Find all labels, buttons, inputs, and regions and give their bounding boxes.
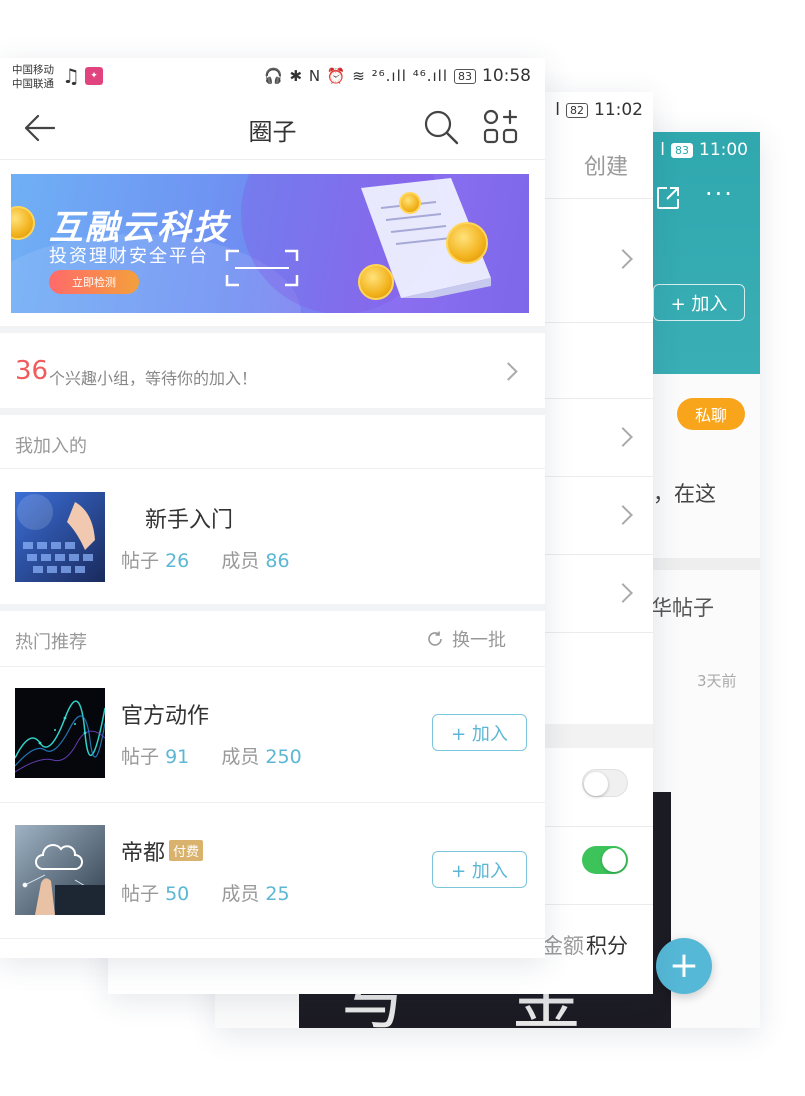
hot-posts-label: 华帖子 <box>651 596 714 620</box>
keyboard-image <box>15 492 105 582</box>
cloud-touch-image <box>15 825 105 915</box>
create-button[interactable]: 创建 <box>584 149 628 181</box>
toggle-knob <box>602 848 626 872</box>
banner-subtitle: 投资理财安全平台 <box>49 246 209 267</box>
join-button[interactable]: + 加入 <box>432 851 527 888</box>
navigation-bar: 圈子 <box>0 96 545 160</box>
posts-count: 26 <box>165 550 190 572</box>
posts-count: 50 <box>165 883 190 905</box>
hot-group-item[interactable]: 帝都 付费 帖子 50 成员 25 + 加入 <box>0 801 545 937</box>
network-icons: 🎧 ✱ N ⏰ ≋ ²⁶.ıll ⁴⁶.ıll <box>264 67 448 85</box>
group-thumbnail <box>15 825 105 915</box>
setting-toggle-off[interactable] <box>582 769 628 797</box>
chevron-right-icon[interactable] <box>613 505 633 525</box>
join-group-button[interactable]: + 加入 <box>653 284 745 321</box>
carrier-2: 中国联通 <box>12 78 54 90</box>
add-grid-icon[interactable] <box>482 108 520 146</box>
posts-label: 帖子 <box>121 883 160 905</box>
carrier-1: 中国移动 <box>12 64 54 76</box>
group-name: 新手入门 <box>145 508 234 533</box>
music-icon: ♫ <box>62 64 80 88</box>
section-separator <box>0 604 545 611</box>
private-chat-button[interactable]: 私聊 <box>677 398 745 430</box>
members-count: 86 <box>265 550 290 572</box>
joined-group-item[interactable]: 新手入门 帖子 26 成员 86 <box>0 468 545 604</box>
interest-groups-row[interactable]: 36 个兴趣小组，等待你的加入！ <box>0 336 545 408</box>
members-label: 成员 <box>221 883 260 905</box>
post-text-fragment: ，在这 <box>653 482 716 506</box>
banner-check-button[interactable]: 立即检测 <box>49 270 139 294</box>
posts-label: 帖子 <box>121 746 160 768</box>
status-time: 11:02 <box>594 100 643 120</box>
status-bar: 中国移动 中国联通 ♫ ✦ 🎧 ✱ N ⏰ ≋ ²⁶.ıll ⁴⁶.ıll 83… <box>0 58 545 96</box>
chevron-right-icon[interactable] <box>613 583 633 603</box>
group-thumbnail <box>15 688 105 778</box>
divider <box>0 938 545 939</box>
toggle-knob <box>584 772 608 796</box>
battery-indicator: 83 <box>671 142 693 158</box>
post-time: 3天前 <box>697 672 737 690</box>
chevron-right-icon <box>499 362 518 381</box>
share-icon[interactable] <box>655 185 681 211</box>
refresh-label: 换一批 <box>452 630 506 651</box>
data-wave-image <box>15 688 105 778</box>
section-separator <box>0 326 545 333</box>
refresh-batch-button[interactable]: 换一批 <box>426 626 506 652</box>
signal-icon: l <box>555 100 560 120</box>
members-label: 成员 <box>221 550 260 572</box>
more-icon[interactable]: ··· <box>705 180 734 208</box>
section-separator <box>0 408 545 415</box>
points-label[interactable]: 积分 <box>586 930 628 960</box>
status-bar: l 83 11:00 <box>660 140 748 160</box>
group-name-text: 帝都 <box>121 841 166 866</box>
refresh-icon <box>428 631 442 646</box>
group-thumbnail <box>15 492 105 582</box>
status-time: 10:58 <box>482 66 531 86</box>
signal-icon: l <box>660 140 665 160</box>
coin-icon <box>11 206 35 240</box>
setting-toggle-on[interactable] <box>582 846 628 874</box>
app-notification-icon: ✦ <box>85 67 103 85</box>
battery-indicator: 83 <box>454 68 476 84</box>
status-right: 🎧 ✱ N ⏰ ≋ ²⁶.ıll ⁴⁶.ıll 83 10:58 <box>264 66 531 86</box>
hot-section-title: 热门推荐 <box>15 632 87 653</box>
members-count: 250 <box>265 746 302 768</box>
new-post-fab[interactable]: + <box>656 938 712 994</box>
carrier-info: 中国移动 中国联通 <box>12 63 54 91</box>
posts-label: 帖子 <box>121 550 160 572</box>
group-stats: 帖子 26 成员 86 <box>121 546 290 573</box>
members-label: 成员 <box>221 746 260 768</box>
group-name: 官方动作 <box>121 704 210 729</box>
status-bar: l 82 11:02 <box>555 100 643 120</box>
search-icon[interactable] <box>422 108 460 146</box>
coin-icon <box>358 264 394 300</box>
hot-group-item[interactable]: 官方动作 帖子 91 成员 250 + 加入 <box>0 664 545 800</box>
paid-badge: 付费 <box>169 840 204 861</box>
promo-banner[interactable]: 互融云科技 投资理财安全平台 立即检测 <box>11 174 529 313</box>
joined-section-title: 我加入的 <box>15 436 87 457</box>
groups-invite-text: 个兴趣小组，等待你的加入！ <box>49 369 258 388</box>
group-name: 帝都 付费 <box>121 835 204 867</box>
groups-count: 36 <box>15 356 49 386</box>
join-button[interactable]: + 加入 <box>432 714 527 751</box>
chevron-right-icon[interactable] <box>613 249 633 269</box>
scan-frame-icon <box>225 249 299 287</box>
circle-screen: 中国移动 中国联通 ♫ ✦ 🎧 ✱ N ⏰ ≋ ²⁶.ıll ⁴⁶.ıll 83… <box>0 58 545 958</box>
members-count: 25 <box>265 883 290 905</box>
chevron-right-icon[interactable] <box>613 427 633 447</box>
coin-icon <box>446 222 488 264</box>
status-time: 11:00 <box>699 140 748 160</box>
battery-indicator: 82 <box>566 102 588 118</box>
group-stats: 帖子 50 成员 25 <box>121 879 290 906</box>
coin-icon <box>399 192 421 214</box>
page-title: 圈子 <box>248 118 297 146</box>
posts-count: 91 <box>165 746 190 768</box>
group-stats: 帖子 91 成员 250 <box>121 742 302 769</box>
balance-label: 金额 <box>542 934 584 958</box>
